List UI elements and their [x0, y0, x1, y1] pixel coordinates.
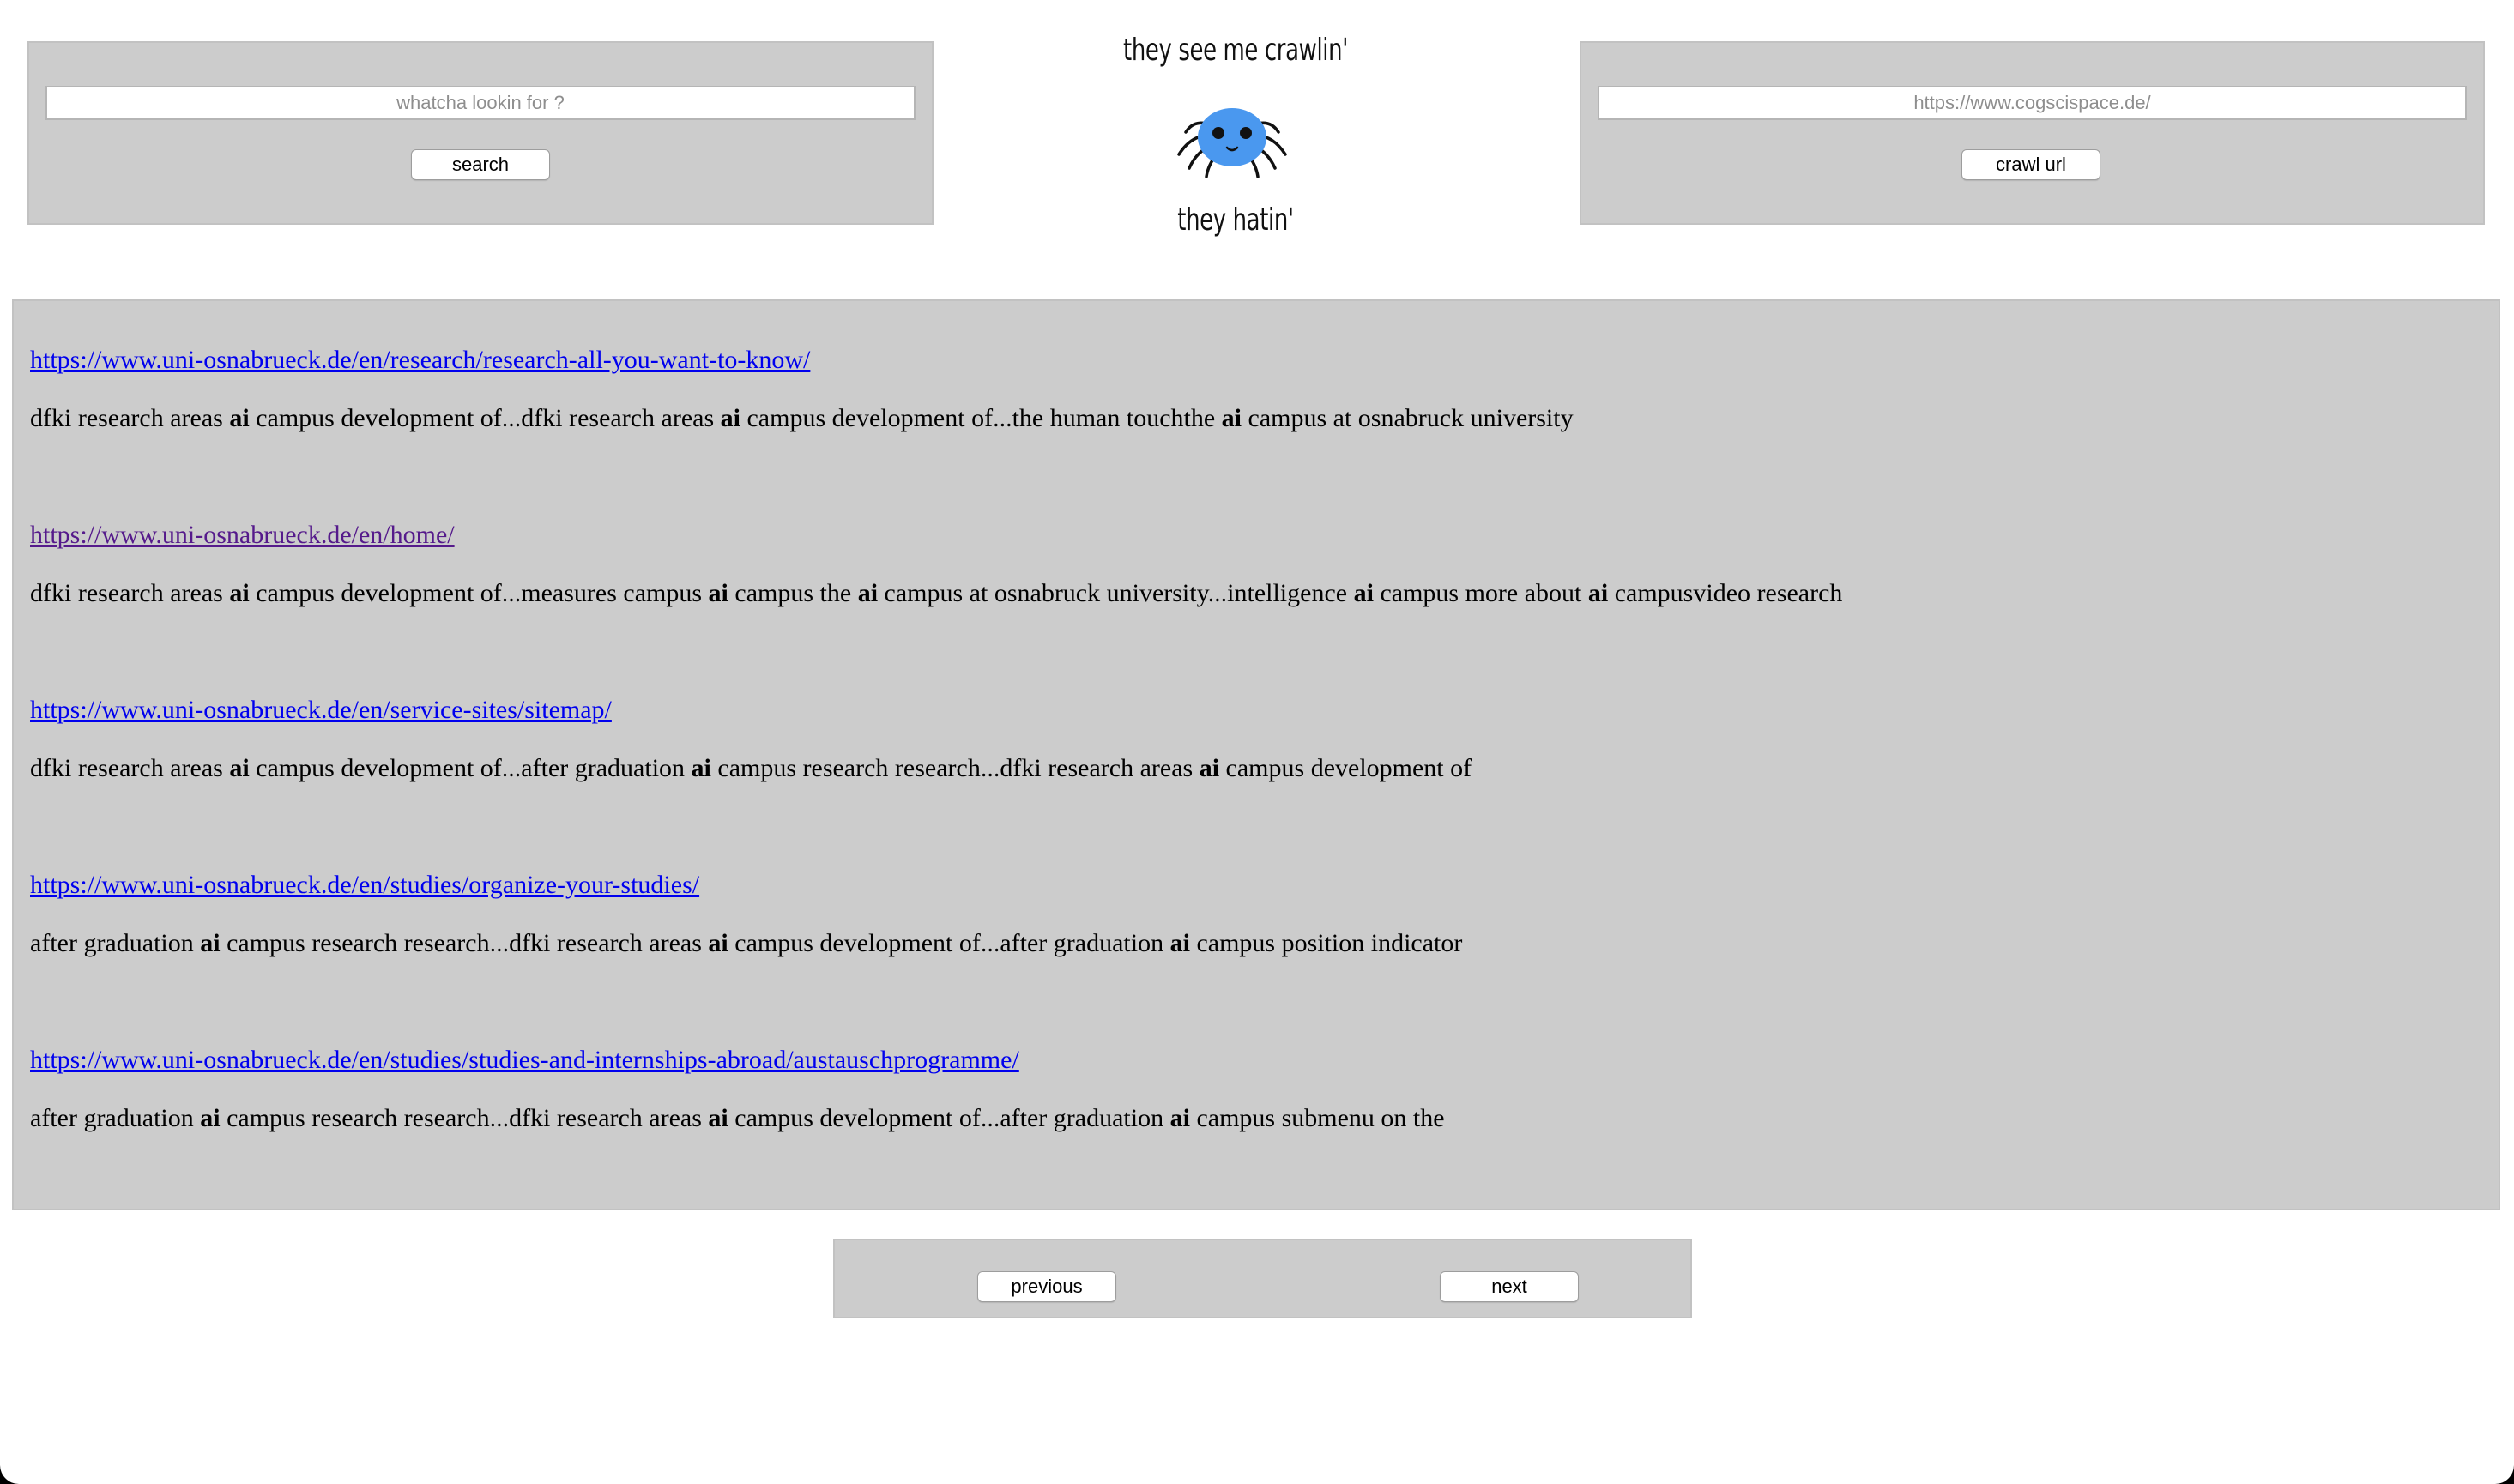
highlighted-term: ai — [708, 579, 728, 607]
highlighted-term: ai — [720, 404, 740, 432]
highlighted-term: ai — [708, 929, 728, 957]
highlighted-term: ai — [1169, 1104, 1190, 1132]
result-snippet: dfki research areas ai campus developmen… — [30, 404, 1574, 432]
search-result: https://www.uni-osnabrueck.de/en/home/ d… — [30, 519, 1842, 610]
results-panel: https://www.uni-osnabrueck.de/en/researc… — [12, 299, 2500, 1210]
highlighted-term: ai — [229, 754, 250, 782]
result-link[interactable]: https://www.uni-osnabrueck.de/en/studies… — [30, 1044, 1445, 1077]
spider-icon — [1177, 108, 1287, 178]
highlighted-term: ai — [708, 1104, 728, 1132]
previous-button[interactable]: previous — [977, 1271, 1116, 1302]
logo-tagline-top: they see me crawlin' — [1123, 33, 1348, 68]
crawl-url-input[interactable] — [1598, 86, 2467, 120]
result-snippet: dfki research areas ai campus developmen… — [30, 754, 1472, 782]
search-result: https://www.uni-osnabrueck.de/en/studies… — [30, 1044, 1445, 1135]
spider-body — [1198, 108, 1266, 166]
search-panel: search — [27, 41, 934, 225]
next-button[interactable]: next — [1440, 1271, 1579, 1302]
result-link[interactable]: https://www.uni-osnabrueck.de/en/researc… — [30, 344, 1574, 377]
highlighted-term: ai — [1169, 929, 1190, 957]
result-snippet: dfki research areas ai campus developmen… — [30, 579, 1843, 607]
highlighted-term: ai — [200, 1104, 221, 1132]
highlighted-term: ai — [229, 579, 250, 607]
highlighted-term: ai — [857, 579, 879, 607]
pagination-panel: previous next — [833, 1239, 1692, 1318]
highlighted-term: ai — [691, 754, 711, 782]
result-link[interactable]: https://www.uni-osnabrueck.de/en/home/ — [30, 519, 1842, 552]
search-input[interactable] — [45, 86, 916, 120]
crawl-panel: crawl url — [1580, 41, 2485, 225]
crawl-url-button[interactable]: crawl url — [1961, 149, 2100, 180]
highlighted-term: ai — [1353, 579, 1374, 607]
highlighted-term: ai — [1587, 579, 1609, 607]
highlighted-term: ai — [1221, 404, 1242, 432]
highlighted-term: ai — [200, 929, 221, 957]
page: search they see me crawlin' they hatin' … — [0, 0, 2514, 1484]
search-result: https://www.uni-osnabrueck.de/en/service… — [30, 694, 1472, 785]
highlighted-term: ai — [229, 404, 250, 432]
highlighted-term: ai — [1199, 754, 1220, 782]
search-button[interactable]: search — [411, 149, 550, 180]
result-snippet: after graduation ai campus research rese… — [30, 1104, 1445, 1132]
search-result: https://www.uni-osnabrueck.de/en/researc… — [30, 344, 1574, 435]
result-snippet: after graduation ai campus research rese… — [30, 929, 1463, 957]
result-link[interactable]: https://www.uni-osnabrueck.de/en/studies… — [30, 869, 1462, 902]
search-result: https://www.uni-osnabrueck.de/en/studies… — [30, 869, 1462, 960]
result-link[interactable]: https://www.uni-osnabrueck.de/en/service… — [30, 694, 1472, 727]
logo-tagline-bottom: they hatin' — [1177, 202, 1294, 238]
